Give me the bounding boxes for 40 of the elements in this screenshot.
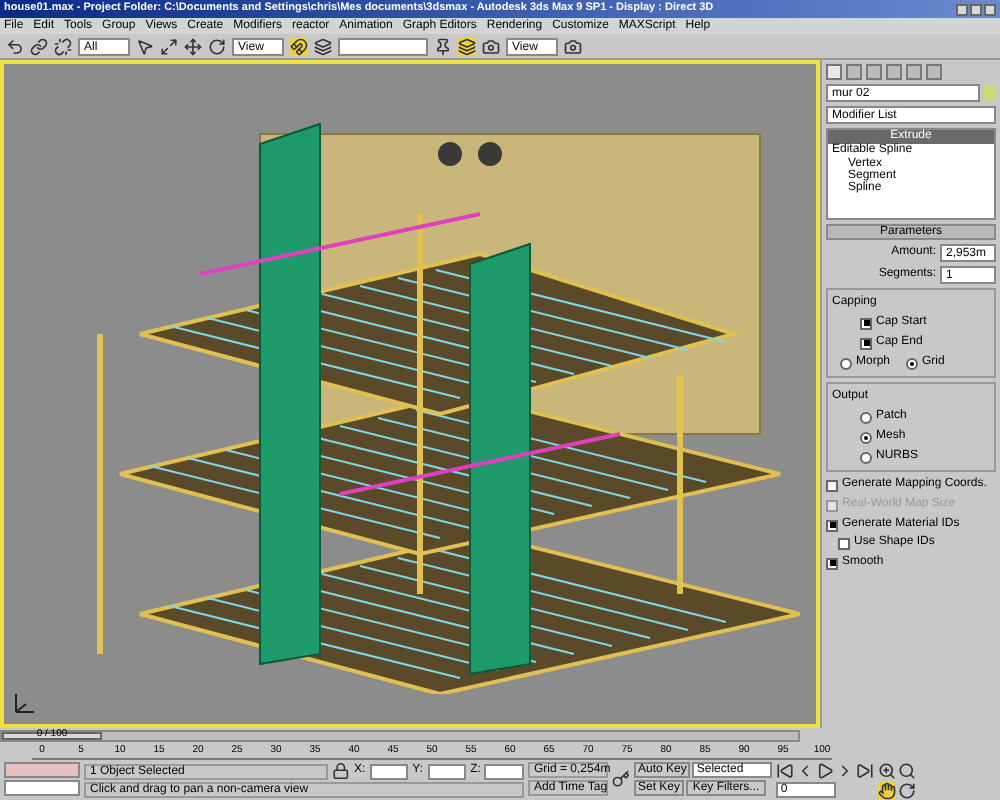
y-field[interactable] bbox=[427, 763, 467, 779]
maxscript-listener-field[interactable] bbox=[4, 762, 80, 778]
radio-button[interactable] bbox=[860, 451, 872, 463]
close-button[interactable] bbox=[984, 3, 996, 15]
rotate-icon[interactable] bbox=[208, 37, 226, 55]
key-icon[interactable] bbox=[612, 770, 630, 788]
checkbox[interactable] bbox=[860, 317, 872, 329]
pan-icon[interactable] bbox=[878, 782, 897, 800]
radio-button[interactable] bbox=[860, 411, 872, 423]
radio-button[interactable] bbox=[906, 357, 919, 369]
radio-button[interactable] bbox=[860, 431, 872, 443]
zoom-all-icon[interactable] bbox=[898, 762, 917, 780]
go-to-end-icon[interactable] bbox=[856, 762, 875, 780]
x-field[interactable] bbox=[369, 763, 409, 779]
maxscript-input-field[interactable] bbox=[4, 780, 80, 796]
checkbox[interactable] bbox=[826, 479, 838, 491]
lock-icon[interactable] bbox=[332, 762, 350, 780]
named-selection-field[interactable] bbox=[338, 37, 428, 55]
layer-manager-icon[interactable] bbox=[458, 37, 476, 55]
axis-tripod-icon bbox=[12, 692, 36, 716]
play-icon[interactable] bbox=[816, 762, 835, 780]
go-to-start-icon[interactable] bbox=[776, 762, 795, 780]
move-icon[interactable] bbox=[184, 37, 202, 55]
zoom-icon[interactable] bbox=[878, 762, 897, 780]
checkbox[interactable] bbox=[826, 519, 838, 531]
layers-icon[interactable] bbox=[314, 37, 332, 55]
orbit-icon[interactable] bbox=[898, 782, 917, 800]
radio-button[interactable] bbox=[840, 357, 852, 369]
unlink-icon[interactable] bbox=[54, 37, 72, 55]
z-field[interactable] bbox=[484, 763, 524, 779]
snap-icon[interactable] bbox=[290, 37, 308, 55]
pointer-icon[interactable] bbox=[136, 37, 154, 55]
checkbox[interactable] bbox=[838, 537, 850, 549]
checkbox[interactable] bbox=[860, 337, 872, 349]
undo-icon[interactable] bbox=[6, 37, 24, 55]
minimize-button[interactable] bbox=[956, 3, 968, 15]
link-icon[interactable] bbox=[30, 37, 48, 55]
object-color-swatch[interactable] bbox=[984, 86, 996, 100]
checkbox[interactable] bbox=[826, 557, 838, 569]
maximize-button[interactable] bbox=[970, 3, 982, 15]
